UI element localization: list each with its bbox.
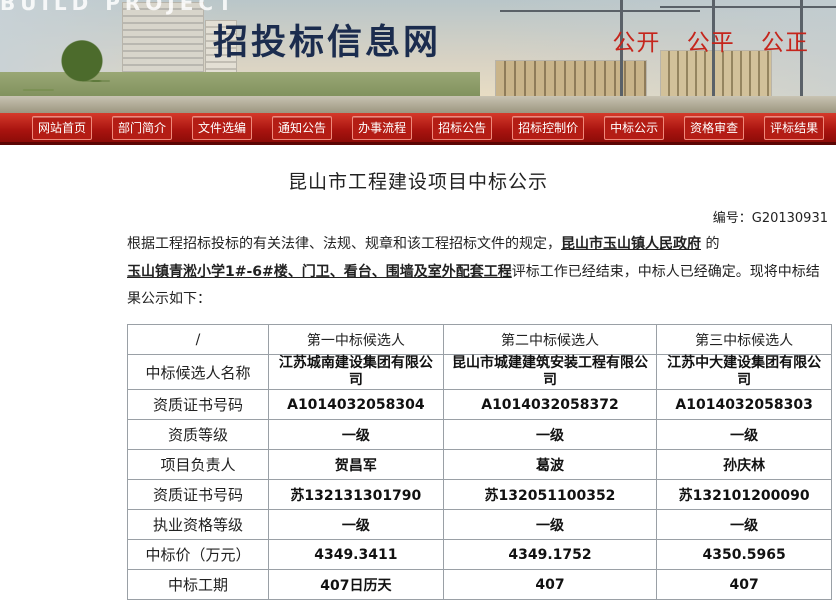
- table-cell: 一级: [656, 509, 832, 540]
- table-cell: 贺昌军: [268, 449, 444, 480]
- table-corner-cell: /: [127, 324, 269, 355]
- crane-jib: [500, 10, 700, 12]
- table-header-cell: 第一中标候选人: [268, 324, 444, 355]
- nav-item-notices[interactable]: 通知公告: [272, 115, 333, 140]
- intro-text: 的: [701, 236, 720, 252]
- table-cell: 4349.3411: [268, 539, 444, 570]
- table-row: 资质等级 一级 一级 一级: [127, 419, 832, 450]
- table-cell: 葛波: [442, 449, 658, 480]
- document-number: 编号：G20130931: [712, 211, 828, 226]
- table-cell: 一级: [442, 509, 658, 540]
- table-cell: 4349.1752: [442, 539, 658, 570]
- table-cell: 一级: [268, 509, 444, 540]
- nav-item-procedures[interactable]: 办事流程: [352, 115, 413, 140]
- table-cell: 4350.5965: [656, 539, 832, 570]
- table-row: 资质证书号码 苏132131301790 苏132051100352 苏1321…: [127, 479, 832, 510]
- table-cell: 江苏城南建设集团有限公司: [268, 354, 444, 390]
- award-result-table: / 第一中标候选人 第二中标候选人 第三中标候选人 中标候选人名称 江苏城南建设…: [127, 324, 832, 600]
- table-cell: 407日历天: [268, 569, 444, 600]
- intro-text: 根据工程招标投标的有关法律、法规、规章和该工程招标文件的规定，: [127, 236, 561, 252]
- table-cell: 407: [656, 569, 832, 600]
- row-label: 中标价（万元）: [127, 539, 269, 570]
- table-header-row: / 第一中标候选人 第二中标候选人 第三中标候选人: [127, 324, 832, 355]
- table-row: 项目负责人 贺昌军 葛波 孙庆林: [127, 449, 832, 480]
- row-label: 资质证书号码: [127, 479, 269, 510]
- tenderer-name: 昆山市玉山镇人民政府: [561, 236, 701, 252]
- banner-build-text: BUILD PROJECT: [0, 0, 237, 15]
- table-row: 资质证书号码 A1014032058304 A1014032058372 A10…: [127, 389, 832, 420]
- nav-item-award-notices[interactable]: 中标公示: [604, 115, 665, 140]
- table-cell: A1014032058372: [442, 389, 658, 420]
- main-content: 昆山市工程建设项目中标公示 编号：G20130931 根据工程招标投标的有关法律…: [0, 145, 836, 605]
- table-cell: 一级: [442, 419, 658, 450]
- table-cell: A1014032058303: [656, 389, 832, 420]
- table-header-cell: 第三中标候选人: [656, 324, 832, 355]
- table-cell: A1014032058304: [268, 389, 444, 420]
- table-row: 中标候选人名称 江苏城南建设集团有限公司 昆山市城建建筑安装工程有限公司 江苏中…: [127, 354, 832, 390]
- main-nav: 网站首页 部门简介 文件选编 通知公告 办事流程 招标公告 招标控制价 中标公示…: [0, 113, 836, 145]
- nav-item-home[interactable]: 网站首页: [32, 115, 93, 140]
- table-cell: 苏132101200090: [656, 479, 832, 510]
- site-title: 招投标信息网: [213, 23, 442, 63]
- nav-item-tender-notices[interactable]: 招标公告: [432, 115, 493, 140]
- row-label: 资质等级: [127, 419, 269, 450]
- nav-item-control-price[interactable]: 招标控制价: [512, 115, 585, 140]
- row-label: 执业资格等级: [127, 509, 269, 540]
- slogan-item: 公平: [686, 30, 735, 56]
- table-cell: 昆山市城建建筑安装工程有限公司: [442, 354, 658, 390]
- row-label: 项目负责人: [127, 449, 269, 480]
- table-cell: 407: [442, 569, 658, 600]
- page-title: 昆山市工程建设项目中标公示: [287, 171, 548, 193]
- row-label: 中标候选人名称: [127, 354, 269, 390]
- site-banner: BUILD PROJECT 招投标信息网 公开 公平 公正: [0, 0, 836, 113]
- table-header-cell: 第二中标候选人: [442, 324, 658, 355]
- table-cell: 江苏中大建设集团有限公司: [656, 354, 832, 390]
- row-label: 中标工期: [127, 569, 269, 600]
- table-cell: 一级: [268, 419, 444, 450]
- table-row: 中标工期 407日历天 407 407: [127, 569, 832, 600]
- banner-slogan: 公开 公平 公正: [594, 23, 809, 57]
- slogan-item: 公正: [761, 30, 809, 56]
- tree-icon: [60, 40, 104, 92]
- slogan-item: 公开: [612, 30, 661, 56]
- project-name: 玉山镇青淞小学1#-6#楼、门卫、看台、围墙及室外配套工程: [127, 263, 512, 280]
- row-label: 资质证书号码: [127, 389, 269, 420]
- table-cell: 一级: [656, 419, 832, 450]
- banner-ground: [0, 96, 836, 113]
- nav-item-evaluation-results[interactable]: 评标结果: [764, 115, 825, 140]
- table-row: 执业资格等级 一级 一级 一级: [127, 509, 832, 540]
- intro-paragraph: 根据工程招标投标的有关法律、法规、规章和该工程招标文件的规定，昆山市玉山镇人民政…: [127, 231, 827, 314]
- banner-construction-image: [660, 50, 772, 100]
- nav-item-department[interactable]: 部门简介: [112, 115, 173, 140]
- crane-jib: [660, 6, 836, 8]
- table-cell: 苏132051100352: [442, 479, 658, 510]
- table-row: 中标价（万元） 4349.3411 4349.1752 4350.5965: [127, 539, 832, 570]
- banner-construction-image: [495, 60, 647, 100]
- nav-item-documents[interactable]: 文件选编: [192, 115, 253, 140]
- table-cell: 孙庆林: [656, 449, 832, 480]
- nav-item-qualification[interactable]: 资格审查: [684, 115, 745, 140]
- table-cell: 苏132131301790: [268, 479, 444, 510]
